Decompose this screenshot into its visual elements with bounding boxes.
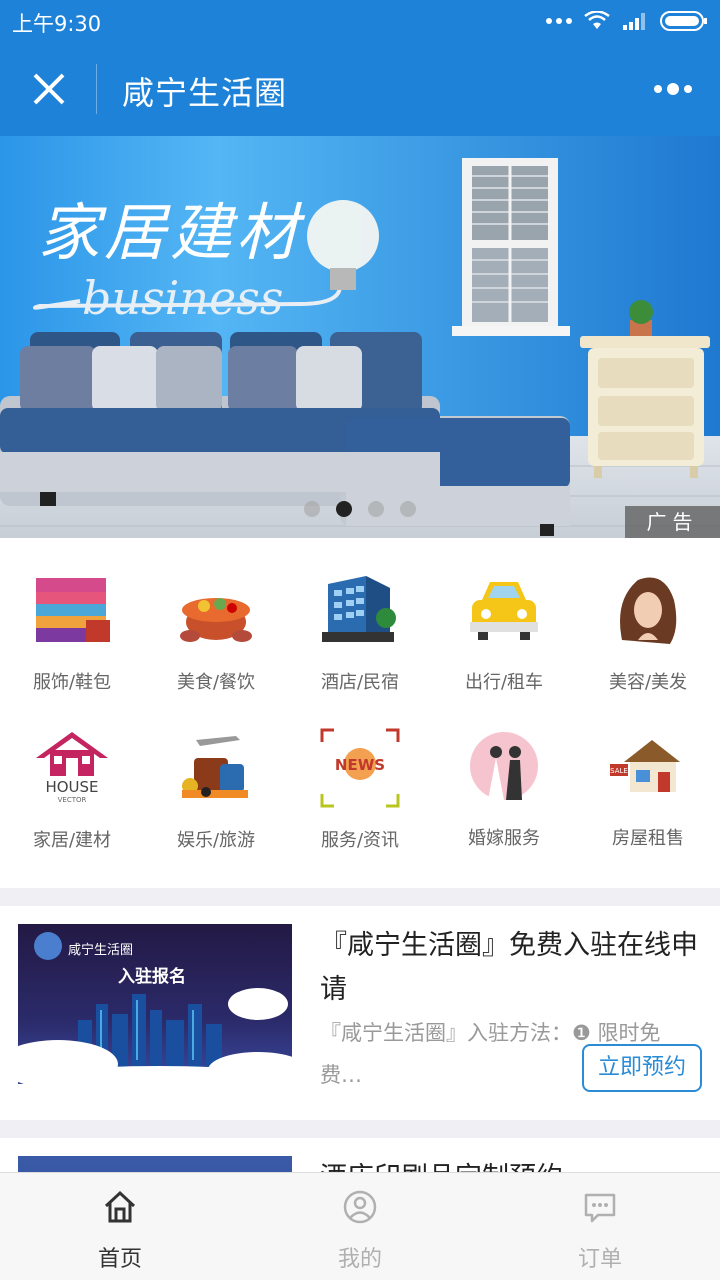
category-grid: 服饰/鞋包 美食/餐饮 酒店/民宿 出行/租车 美容/美发 HOUSE VECT… [0,538,720,888]
carousel-dot[interactable] [368,501,384,517]
more-dot [667,83,679,95]
tab-label: 首页 [97,1247,142,1272]
category-item-food[interactable]: 美食/餐饮 [144,570,288,720]
thumb-brand-text: 咸宁生活圈 [68,942,133,958]
close-icon [33,73,65,105]
category-label: 酒店/民宿 [320,672,400,693]
title-bar: 咸宁生活圈 [0,42,720,136]
category-label: 服饰/鞋包 [32,672,112,693]
house-icon: HOUSE VECTOR [36,732,108,804]
battery-icon [660,11,707,31]
app-root: 上午9:30 咸宁生活圈 家居建材 business 广告 服饰/鞋包 美食/餐… [0,0,720,1280]
banner-carousel[interactable]: 家居建材 business 广告 [0,136,720,538]
category-item-home-sale[interactable]: SALE 房屋租售 [576,728,720,878]
article-thumbnail: 咸宁生活圈 入驻报名 [18,924,292,1084]
category-label: 出行/租车 [464,672,544,693]
carousel-dot-active[interactable] [336,501,352,517]
banner-image: 家居建材 business [0,136,720,538]
page-title: 咸宁生活圈 [122,74,288,112]
carousel-indicators [304,501,416,517]
status-time: 上午9:30 [12,12,102,36]
category-item-clothing[interactable]: 服饰/鞋包 [0,570,144,720]
more-dot [684,85,692,93]
close-button[interactable] [22,62,76,116]
category-label: 家居/建材 [32,830,112,851]
travel-icon [182,736,248,798]
more-options-button[interactable] [648,72,698,106]
tab-orders[interactable]: 订单 [480,1173,720,1280]
tab-profile[interactable]: 我的 [240,1173,480,1280]
book-now-button[interactable]: 立即预约 [582,1044,702,1092]
category-label: 美食/餐饮 [176,672,256,693]
category-item-wedding[interactable]: 婚嫁服务 [432,728,576,878]
wifi-icon [584,11,610,29]
home-icon [104,1190,136,1223]
notification-dots-icon [546,18,572,24]
carousel-dot[interactable] [400,501,416,517]
tab-label: 订单 [577,1247,622,1272]
home-sale-icon: SALE [610,740,680,792]
house-icon-text: HOUSE [45,778,98,796]
carousel-dot[interactable] [304,501,320,517]
article-thumbnail-image: 咸宁生活圈 入驻报名 [18,924,292,1084]
category-label: 房屋租售 [612,828,684,849]
category-item-news[interactable]: NEWS 服务/资讯 [288,728,432,878]
title-divider [96,64,97,114]
taxi-icon [470,582,538,640]
article-title[interactable]: 『咸宁生活圈』免费入驻在线申请 [320,924,700,1012]
category-item-taxi[interactable]: 出行/租车 [432,570,576,720]
status-icons [546,8,708,34]
beauty-icon [620,577,677,644]
message-icon [584,1193,616,1223]
category-label: 娱乐/旅游 [176,830,256,851]
category-label: 服务/资讯 [320,830,400,851]
signal-icon [623,13,645,30]
category-label: 婚嫁服务 [468,828,540,849]
wedding-icon [470,732,538,800]
user-icon [343,1190,377,1224]
news-icon: NEWS [320,728,400,808]
category-item-hotel[interactable]: 酒店/民宿 [288,570,432,720]
hotel-icon [322,576,396,642]
category-item-beauty[interactable]: 美容/美发 [576,570,720,720]
article-card[interactable]: 咸宁生活圈 入驻报名 『咸宁生活圈』免费入驻在线申请 『咸宁生活圈』入驻方法：❶… [0,906,720,1120]
clothing-icon [36,578,110,642]
status-bar: 上午9:30 [0,0,720,42]
house-icon-subtext: VECTOR [58,796,87,804]
ad-label: 广告 [625,506,720,538]
news-icon-text: NEWS [335,756,385,774]
banner-headline: 家居建材 [38,196,306,269]
sale-icon-text: SALE [610,767,628,775]
bottom-tab-bar: 首页 我的 订单 [0,1172,720,1280]
category-label: 美容/美发 [608,672,688,693]
banner-subline: business [82,271,283,325]
category-item-travel[interactable]: 娱乐/旅游 [144,728,288,878]
thumb-headline-text: 入驻报名 [118,966,186,987]
tab-label: 我的 [337,1247,382,1272]
food-icon [180,598,252,642]
tab-home[interactable]: 首页 [0,1173,240,1280]
more-dot [654,85,662,93]
category-item-house[interactable]: HOUSE VECTOR 家居/建材 [0,728,144,878]
